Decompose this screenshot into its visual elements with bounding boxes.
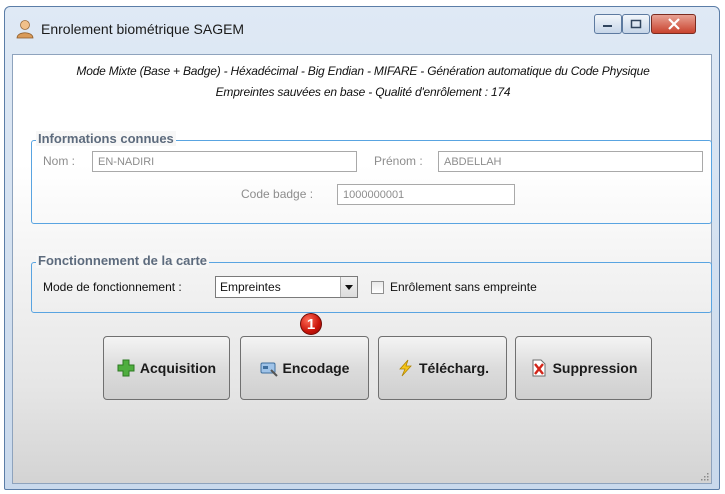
mode-select-value: Empreintes [220,280,281,294]
lightning-icon [396,359,414,377]
card-encode-icon [260,359,278,377]
maximize-button[interactable] [622,14,650,34]
info-line-2: Empreintes sauvées en base - Qualité d'e… [215,85,511,99]
window-title: Enrolement biométrique SAGEM [41,21,245,37]
prenom-label: Prénom : [374,154,423,168]
close-icon [667,18,680,30]
nom-field[interactable]: EN-NADIRI [92,151,357,172]
known-info-group: Informations connues Nom : EN-NADIRI Pré… [31,131,712,224]
card-mode-title: Fonctionnement de la carte [36,253,210,268]
app-window: Enrolement biométrique SAGEM Mode Mixte … [4,6,720,490]
minimize-button[interactable] [594,14,622,34]
resize-grip-icon[interactable] [699,471,709,481]
user-icon [16,19,34,39]
title-bar[interactable]: Enrolement biométrique SAGEM [5,7,719,47]
client-area: Mode Mixte (Base + Badge) - Héxadécimal … [12,54,712,484]
card-mode-group: Fonctionnement de la carte Mode de fonct… [31,253,712,313]
no-fingerprint-checkbox[interactable] [371,281,384,294]
acquisition-label: Acquisition [139,360,217,376]
info-line-1: Mode Mixte (Base + Badge) - Héxadécimal … [76,64,650,78]
badge-field[interactable]: 1000000001 [337,184,515,205]
suppression-label: Suppression [552,360,638,376]
maximize-icon [630,19,642,29]
known-info-title: Informations connues [36,131,176,146]
close-button[interactable] [651,14,696,34]
mode-select[interactable]: Empreintes [215,276,358,298]
acquisition-button[interactable]: Acquisition [103,336,230,400]
chevron-down-icon[interactable] [340,277,357,297]
badge-label: Code badge : [241,187,314,201]
telecharg-button[interactable]: Télécharg. [378,336,507,400]
mode-label: Mode de fonctionnement : [43,280,182,294]
telecharg-label: Télécharg. [418,360,490,376]
delete-icon [530,359,548,377]
encodage-button[interactable]: Encodage [240,336,369,400]
suppression-button[interactable]: Suppression [515,336,652,400]
encodage-label: Encodage [282,360,350,376]
no-fingerprint-label[interactable]: Enrôlement sans empreinte [390,280,537,294]
prenom-field[interactable]: ABDELLAH [438,151,703,172]
nom-label: Nom : [43,154,76,168]
plus-icon [117,359,135,377]
annotation-badge: 1 [300,313,322,335]
minimize-icon [603,25,612,27]
